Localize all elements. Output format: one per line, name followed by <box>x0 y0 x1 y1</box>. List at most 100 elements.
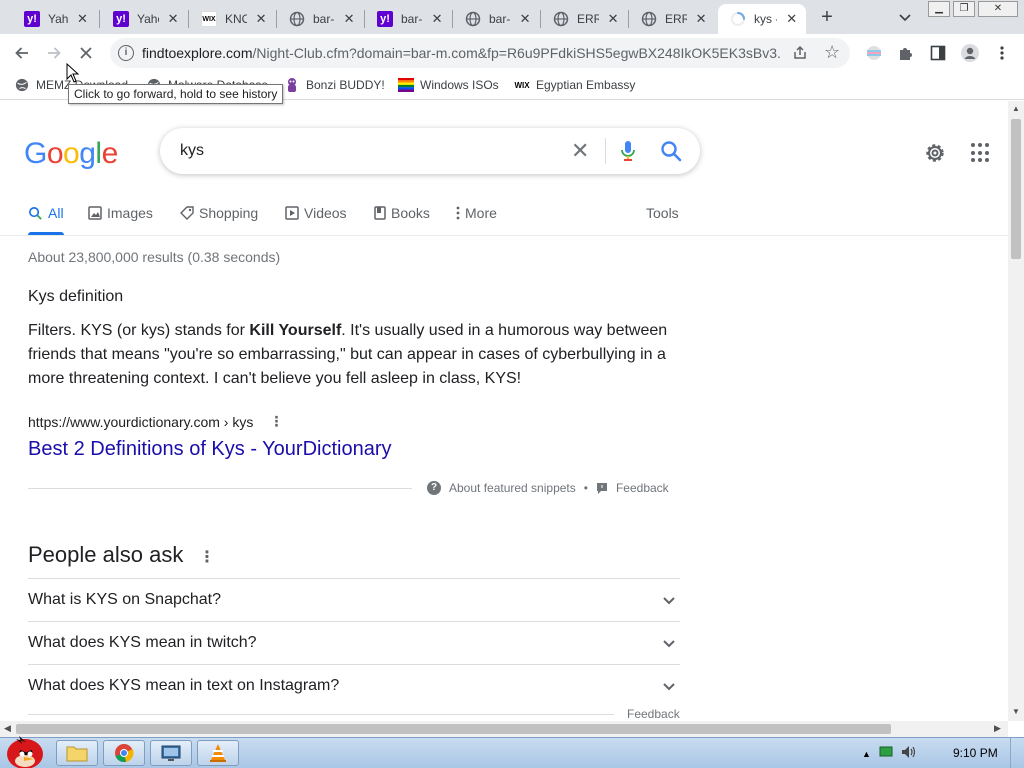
chrome-taskbar-button[interactable] <box>103 740 145 766</box>
vertical-scrollbar[interactable]: ▲ ▼ <box>1008 101 1024 721</box>
google-results-page: Google ✕ All Images Shopping Vi <box>0 101 1008 721</box>
tools-button[interactable]: Tools <box>646 205 679 221</box>
restore-icon[interactable]: ❐ <box>953 1 975 17</box>
close-icon[interactable]: ✕ <box>695 11 707 27</box>
network-icon[interactable] <box>879 746 893 761</box>
tab-title: kys - <box>754 12 778 26</box>
paa-question[interactable]: What does KYS mean in text on Instagram? <box>28 664 680 707</box>
extensions-puzzle-icon[interactable] <box>896 43 916 63</box>
more-options-icon[interactable]: ⋮ <box>199 547 215 567</box>
explorer-taskbar-button[interactable] <box>56 740 98 766</box>
horizontal-scrollbar[interactable]: ◀ ▶ <box>0 721 1008 737</box>
loading-spinner-icon <box>730 11 746 27</box>
about-snippets-link[interactable]: About featured snippets <box>449 481 576 495</box>
close-icon[interactable]: ✕ <box>343 11 355 27</box>
snippet-text-before: Filters. KYS (or kys) stands for <box>28 322 250 339</box>
close-icon[interactable]: ✕ <box>431 11 443 27</box>
network-app-taskbar-button[interactable] <box>150 740 192 766</box>
show-hidden-icons-icon[interactable]: ▲ <box>862 749 871 759</box>
browser-tab[interactable]: bar-m ✕ <box>453 4 539 34</box>
settings-gear-icon[interactable] <box>923 141 947 170</box>
profile-avatar-icon[interactable] <box>960 43 980 63</box>
tab-search-chevron-icon[interactable] <box>896 8 914 26</box>
tab-shopping[interactable]: Shopping <box>180 205 258 221</box>
tab-label: Books <box>391 205 430 221</box>
forward-icon[interactable] <box>42 41 66 65</box>
google-logo[interactable]: Google <box>24 137 118 171</box>
browser-tab[interactable]: y! bar-m ✕ <box>365 4 451 34</box>
close-icon[interactable]: ✕ <box>519 11 531 27</box>
bookmark-label: Windows ISOs <box>420 78 499 92</box>
new-tab-icon[interactable]: + <box>815 6 839 30</box>
more-options-icon[interactable]: ⋮ <box>269 413 284 430</box>
window-close-icon[interactable]: ✕ <box>978 1 1018 17</box>
extension-color-icon[interactable] <box>864 43 884 63</box>
back-icon[interactable] <box>10 41 34 65</box>
wix-icon: WIX <box>201 11 217 27</box>
search-icon[interactable] <box>660 140 682 167</box>
bookmark-item[interactable]: WIX Egyptian Embassy <box>514 77 635 93</box>
tab-books[interactable]: Books <box>374 205 430 221</box>
minimize-icon[interactable]: ▁ <box>928 1 950 17</box>
result-title-link[interactable]: Best 2 Definitions of Kys - YourDictiona… <box>28 438 392 461</box>
tab-strip: y! Yahoo ✕ y! Yahoo ✕ WIX KNOW ✕ bar-m ✕… <box>0 0 1024 34</box>
search-box[interactable]: ✕ <box>160 128 700 174</box>
paa-question[interactable]: What does KYS mean in twitch? <box>28 621 680 664</box>
tab-videos[interactable]: Videos <box>285 205 347 221</box>
bookmark-item[interactable]: Bonzi BUDDY! <box>284 77 385 93</box>
start-button-angry-bird-icon[interactable] <box>2 730 48 768</box>
browser-tab[interactable]: bar-m ✕ <box>277 4 363 34</box>
microphone-icon[interactable] <box>620 140 636 167</box>
stop-loading-icon[interactable] <box>74 41 98 65</box>
tab-title: KNOW <box>225 12 248 26</box>
bookmark-item[interactable]: Windows ISOs <box>398 77 499 93</box>
google-apps-icon[interactable] <box>971 143 991 163</box>
scrollbar-thumb[interactable] <box>16 724 891 734</box>
scroll-up-icon[interactable]: ▲ <box>1012 104 1020 113</box>
address-bar[interactable]: i findtoexplore.com/Night-Club.cfm?domai… <box>110 38 850 68</box>
side-panel-icon[interactable] <box>928 43 948 63</box>
browser-tab[interactable]: WIX KNOW ✕ <box>189 4 275 34</box>
tab-images[interactable]: Images <box>88 205 153 221</box>
wix-icon: WIX <box>514 80 530 90</box>
taskbar-clock[interactable]: 9:10 PM <box>953 746 998 760</box>
chevron-down-icon <box>662 636 676 654</box>
scroll-down-icon[interactable]: ▼ <box>1012 707 1020 716</box>
help-icon: ? <box>427 481 441 495</box>
site-info-icon[interactable]: i <box>118 45 134 61</box>
snippet-divider <box>28 488 412 489</box>
bookmark-star-icon[interactable]: ☆ <box>824 42 840 63</box>
browser-tab[interactable]: y! Yahoo ✕ <box>101 4 187 34</box>
close-icon[interactable]: ✕ <box>607 11 619 27</box>
browser-tab-active[interactable]: kys - ✕ <box>718 4 806 34</box>
tab-label: More <box>465 205 497 221</box>
result-stats: About 23,800,000 results (0.38 seconds) <box>28 249 281 265</box>
close-icon[interactable]: ✕ <box>785 11 798 27</box>
close-icon[interactable]: ✕ <box>167 11 179 27</box>
browser-tab[interactable]: ERROR ✕ <box>541 4 627 34</box>
search-input[interactable] <box>180 140 560 162</box>
tab-more[interactable]: More <box>456 205 497 221</box>
browser-tab[interactable]: ERROR ✕ <box>629 4 715 34</box>
paa-question[interactable]: What is KYS on Snapchat? <box>28 578 680 621</box>
tab-label: Shopping <box>199 205 259 221</box>
browser-tab[interactable]: y! Yahoo ✕ <box>12 4 96 34</box>
folder-icon <box>66 746 88 762</box>
feedback-link[interactable]: Feedback <box>616 481 669 495</box>
clear-icon[interactable]: ✕ <box>571 140 589 162</box>
image-icon <box>88 206 102 220</box>
url-text[interactable]: findtoexplore.com/Night-Club.cfm?domain=… <box>142 45 782 61</box>
tab-label: Images <box>107 205 153 221</box>
close-icon[interactable]: ✕ <box>255 11 267 27</box>
yahoo-icon: y! <box>113 11 129 27</box>
tab-all[interactable]: All <box>28 205 64 221</box>
paa-feedback-link[interactable]: Feedback <box>627 707 680 721</box>
close-icon[interactable]: ✕ <box>77 11 88 27</box>
scrollbar-thumb[interactable] <box>1011 119 1021 259</box>
scroll-right-icon[interactable]: ▶ <box>994 723 1001 734</box>
share-icon[interactable] <box>792 45 808 66</box>
show-desktop-button[interactable] <box>1010 738 1024 768</box>
volume-icon[interactable] <box>901 745 917 762</box>
chrome-menu-icon[interactable] <box>992 43 1012 63</box>
vlc-taskbar-button[interactable] <box>197 740 239 766</box>
